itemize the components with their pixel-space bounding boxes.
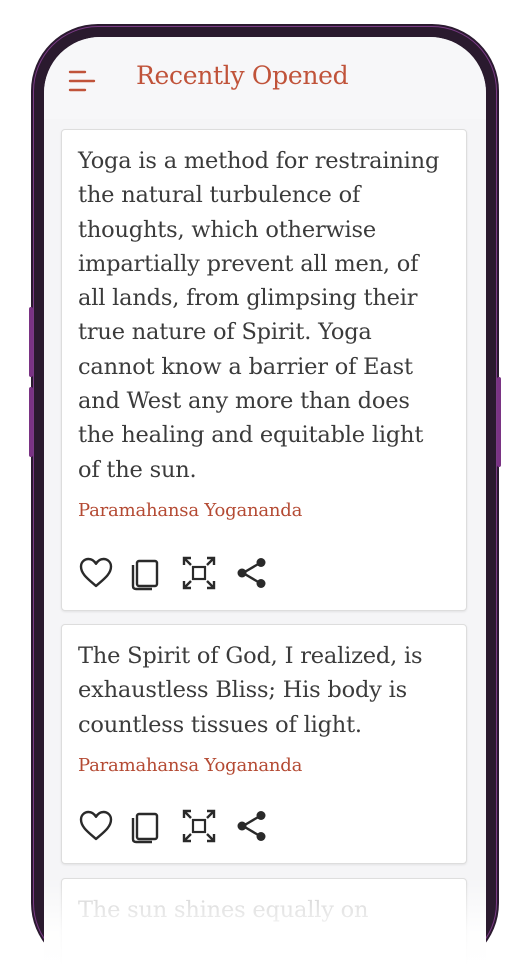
quote-actions xyxy=(78,555,278,591)
copy-icon[interactable] xyxy=(128,808,164,844)
phone-power-button xyxy=(497,377,501,467)
quote-author[interactable]: Paramahansa Yogananda xyxy=(78,500,302,521)
app-header: Recently Opened xyxy=(44,37,486,119)
quote-text: Yoga is a method for restraining the nat… xyxy=(78,148,440,483)
quote-card: The sun shines equally on xyxy=(61,878,467,967)
menu-icon[interactable] xyxy=(68,68,96,94)
quote-card: Yoga is a method for restraining the nat… xyxy=(61,129,467,611)
expand-icon[interactable] xyxy=(181,555,217,591)
quote-text: The Spirit of God, I realized, is exhaus… xyxy=(78,643,423,738)
app-screen: Recently Opened Yoga is a method for res… xyxy=(44,37,486,967)
page-title: Recently Opened xyxy=(136,61,349,90)
copy-icon[interactable] xyxy=(128,555,164,591)
heart-icon[interactable] xyxy=(78,555,114,591)
phone-side-button xyxy=(29,307,33,377)
phone-frame: Recently Opened Yoga is a method for res… xyxy=(29,27,501,967)
quote-text: The sun shines equally on xyxy=(78,897,369,923)
quote-card: The Spirit of God, I realized, is exhaus… xyxy=(61,624,467,864)
share-icon[interactable] xyxy=(234,808,270,844)
phone-side-button xyxy=(29,387,33,457)
share-icon[interactable] xyxy=(234,555,270,591)
quote-author[interactable]: Paramahansa Yogananda xyxy=(78,755,302,776)
quote-actions xyxy=(78,808,278,844)
expand-icon[interactable] xyxy=(181,808,217,844)
heart-icon[interactable] xyxy=(78,808,114,844)
